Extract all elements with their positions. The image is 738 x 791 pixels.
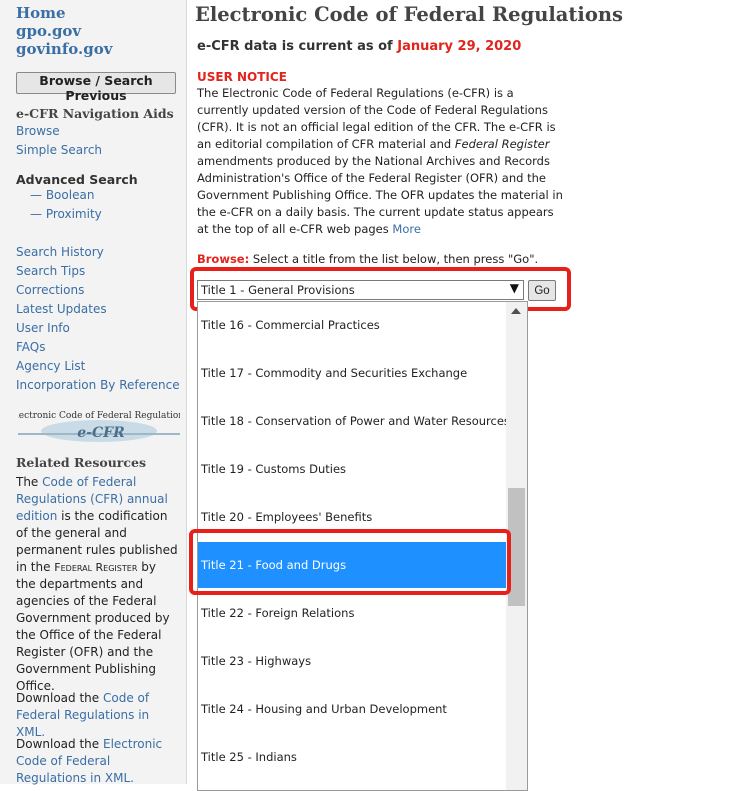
search-tips-link[interactable]: Search Tips — [16, 264, 85, 278]
main-content: Electronic Code of Federal Regulations e… — [187, 0, 738, 791]
logo-title: e-CFR — [77, 425, 124, 441]
gpo-gov-link[interactable]: gpo.gov — [16, 22, 81, 40]
incorporation-by-reference-link[interactable]: Incorporation By Reference — [16, 378, 180, 392]
current-status: e-CFR data is current as of January 29, … — [197, 39, 521, 54]
related-text-pre: The — [16, 475, 39, 489]
sidebar: Home gpo.gov govinfo.gov Browse / Search… — [0, 0, 187, 787]
related-text-post: by the departments and agencies of the F… — [16, 560, 170, 693]
browse-search-previous-button[interactable]: Browse / Search Previous — [16, 72, 176, 103]
related-resources-text: The Code of Federal Regulations (CFR) an… — [16, 474, 178, 695]
advanced-search-heading: Advanced Search — [16, 172, 138, 187]
faqs-link[interactable]: FAQs — [16, 340, 46, 354]
download-ecfr-text: Download the Electronic Code of Federal … — [16, 736, 178, 787]
notice-text-2: amendments produced by the National Arch… — [197, 154, 563, 236]
search-history-link[interactable]: Search History — [16, 245, 104, 259]
boolean-link[interactable]: Boolean — [46, 188, 95, 202]
agency-list-link[interactable]: Agency List — [16, 359, 85, 373]
govinfo-gov-link[interactable]: govinfo.gov — [16, 40, 112, 58]
download-pre: Download the — [16, 737, 100, 751]
option-title-19[interactable]: Title 19 - Customs Duties — [198, 446, 506, 492]
user-info-link[interactable]: User Info — [16, 321, 70, 335]
option-title-18[interactable]: Title 18 - Conservation of Power and Wat… — [198, 398, 510, 444]
browse-label: Browse: — [197, 252, 250, 266]
option-title-16[interactable]: Title 16 - Commercial Practices — [198, 302, 506, 348]
notice-federal-register: Federal Register — [454, 137, 550, 151]
current-prefix: e-CFR data is current as of — [197, 39, 393, 54]
option-title-22[interactable]: Title 22 - Foreign Relations — [198, 590, 506, 636]
latest-updates-link[interactable]: Latest Updates — [16, 302, 107, 316]
page-title: Electronic Code of Federal Regulations — [195, 3, 624, 26]
download-cfr-text: Download the Code of Federal Regulations… — [16, 690, 178, 741]
user-notice-body: The Electronic Code of Federal Regulatio… — [197, 85, 565, 238]
federal-register-text: Federal Register — [54, 561, 138, 574]
download-pre: Download the — [16, 691, 100, 705]
dash-icon: — — [30, 188, 42, 202]
browse-instructions: Browse: Select a title from the list bel… — [197, 252, 538, 266]
dash-icon: — — [30, 207, 42, 221]
option-title-17[interactable]: Title 17 - Commodity and Securities Exch… — [198, 350, 506, 396]
browse-link[interactable]: Browse — [16, 124, 60, 138]
simple-search-link[interactable]: Simple Search — [16, 143, 102, 157]
related-resources-heading: Related Resources — [16, 455, 146, 470]
browse-text: Select a title from the list below, then… — [252, 252, 539, 266]
option-title-24[interactable]: Title 24 - Housing and Urban Development — [198, 686, 506, 732]
boolean-item: — Boolean — [30, 188, 94, 202]
corrections-link[interactable]: Corrections — [16, 283, 84, 297]
home-link[interactable]: Home — [16, 4, 66, 22]
more-link[interactable]: More — [392, 222, 421, 236]
current-date: January 29, 2020 — [397, 39, 522, 54]
option-title-23[interactable]: Title 23 - Highways — [198, 638, 506, 684]
user-notice-title: USER NOTICE — [197, 70, 287, 84]
proximity-link[interactable]: Proximity — [46, 207, 102, 221]
highlight-box-selected-option — [189, 529, 511, 595]
nav-aids-heading: e-CFR Navigation Aids — [16, 106, 174, 121]
ecfr-logo[interactable]: Electronic Code of Federal Regulations e… — [18, 404, 180, 444]
scroll-up-arrow-icon[interactable] — [511, 308, 521, 314]
proximity-item: — Proximity — [30, 207, 102, 221]
logo-caption: Electronic Code of Federal Regulations — [18, 411, 180, 421]
option-title-25[interactable]: Title 25 - Indians — [198, 734, 506, 780]
